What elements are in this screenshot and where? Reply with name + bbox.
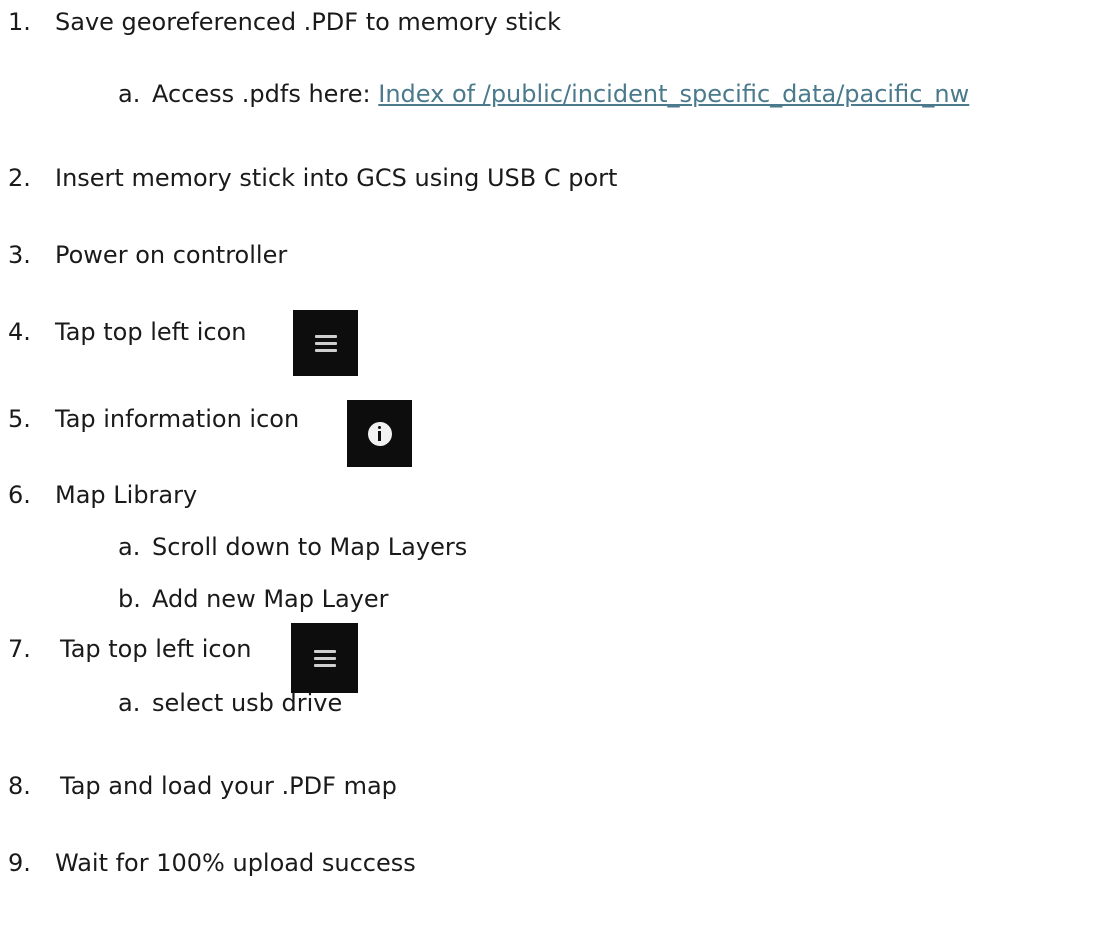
step-number: 4.	[8, 318, 31, 346]
step-number: 9.	[8, 849, 31, 877]
hamburger-menu-icon	[291, 623, 358, 693]
step-text: Tap information icon	[55, 405, 300, 433]
substep-number: b.	[118, 585, 141, 613]
substep-number: a.	[118, 689, 141, 717]
step-number: 1.	[8, 8, 31, 36]
substep-text: Add new Map Layer	[152, 585, 389, 613]
step-text: Tap top left icon	[60, 635, 252, 663]
step-text: Tap and load your .PDF map	[60, 772, 397, 800]
step-number: 7.	[8, 635, 31, 663]
substep-number: a.	[118, 80, 141, 108]
substep-text: Scroll down to Map Layers	[152, 533, 468, 561]
substep-text: select usb drive	[152, 689, 343, 717]
step-number: 6.	[8, 481, 31, 509]
step-text: Insert memory stick into GCS using USB C…	[55, 164, 618, 192]
info-icon	[347, 400, 412, 467]
step-number: 3.	[8, 241, 31, 269]
step-text: Power on controller	[55, 241, 288, 269]
substep-content: Access .pdfs here: Index of /public/inci…	[152, 79, 969, 109]
step-text: Map Library	[55, 481, 198, 509]
step-number: 5.	[8, 405, 31, 433]
step-text: Tap top left icon	[55, 318, 247, 346]
step-text: Wait for 100% upload success	[55, 849, 416, 877]
step-text: Save georeferenced .PDF to memory stick	[55, 8, 562, 36]
pdf-index-link[interactable]: Index of /public/incident_specific_data/…	[378, 80, 969, 108]
substep-text: Access .pdfs here:	[152, 80, 379, 108]
substep-number: a.	[118, 533, 141, 561]
step-number: 8.	[8, 772, 31, 800]
step-number: 2.	[8, 164, 31, 192]
hamburger-menu-icon	[293, 310, 358, 376]
